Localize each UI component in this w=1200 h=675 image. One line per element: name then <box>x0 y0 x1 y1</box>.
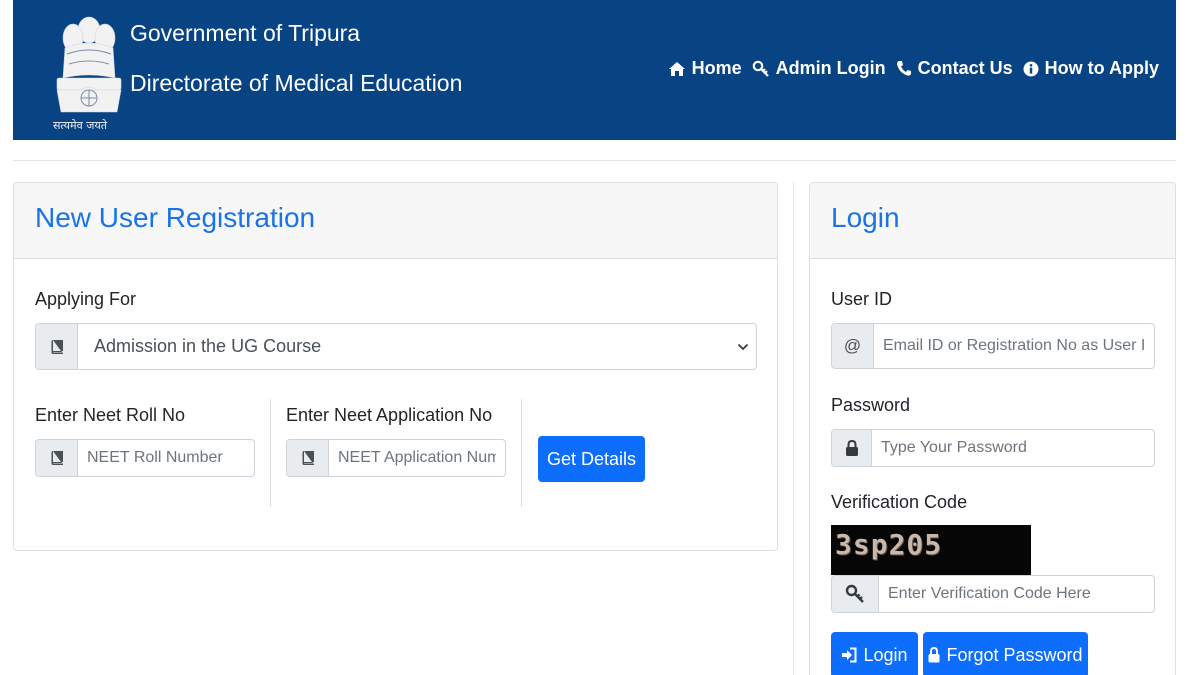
header-divider <box>13 160 1176 161</box>
book-icon <box>51 451 63 465</box>
forgot-password-button[interactable]: Forgot Password <box>923 632 1088 675</box>
column-separator <box>270 399 271 507</box>
login-card: Login User ID @ Password Verification Co… <box>809 182 1176 675</box>
password-input[interactable] <box>872 430 1154 466</box>
registration-title: New User Registration <box>35 202 316 233</box>
neet-roll-label: Enter Neet Roll No <box>35 405 186 425</box>
nav-contact-us-label: Contact Us <box>917 58 1013 78</box>
emblem-motto: सत्यमेव जयते <box>53 119 108 132</box>
login-title: Login <box>831 202 900 233</box>
captcha-text: 3sp205 <box>835 528 943 561</box>
lock-addon <box>832 430 872 466</box>
column-divider <box>793 182 794 675</box>
sign-in-icon <box>842 647 857 663</box>
book-addon <box>36 440 78 476</box>
neet-roll-input[interactable] <box>78 440 254 476</box>
nav-contact-us-link[interactable]: Contact Us <box>896 58 1013 79</box>
user-id-group: @ <box>831 323 1155 369</box>
nav-home-label: Home <box>691 58 742 78</box>
nav-how-to-apply-label: How to Apply <box>1044 58 1159 78</box>
nav-home-link[interactable]: Home <box>668 58 742 79</box>
verification-input[interactable] <box>879 576 1154 612</box>
nav-admin-login-label: Admin Login <box>775 58 886 78</box>
user-id-label: User ID <box>831 289 893 309</box>
registration-card: New User Registration Applying For Admis… <box>13 182 778 551</box>
government-title: Government of Tripura <box>130 20 361 46</box>
neet-roll-group <box>35 439 255 477</box>
key-icon <box>752 60 769 77</box>
department-title: Directorate of Medical Education <box>130 70 463 96</box>
applying-for-label: Applying For <box>35 289 137 309</box>
top-navigation: Home Admin Login Contact Us How to Apply <box>668 58 1159 79</box>
registration-card-header: New User Registration <box>14 183 777 259</box>
verification-group <box>831 575 1155 613</box>
forgot-password-label: Forgot Password <box>946 644 1083 665</box>
lock-icon <box>845 439 858 456</box>
nav-how-to-apply-link[interactable]: How to Apply <box>1023 58 1159 79</box>
book-icon <box>302 451 314 465</box>
phone-icon <box>896 61 911 76</box>
national-emblem-icon <box>56 16 122 113</box>
nav-admin-login-link[interactable]: Admin Login <box>752 58 886 79</box>
lock-icon <box>928 647 940 663</box>
login-card-header: Login <box>810 183 1175 259</box>
neet-application-label: Enter Neet Application No <box>286 405 493 425</box>
login-button[interactable]: Login <box>831 632 918 675</box>
chevron-down-icon <box>730 324 756 369</box>
get-details-button[interactable]: Get Details <box>538 436 645 482</box>
neet-application-group <box>286 439 506 477</box>
book-icon <box>51 339 63 354</box>
column-separator <box>521 399 522 507</box>
captcha-image: 3sp205 <box>831 525 1031 575</box>
applying-for-value: Admission in the UG Course <box>94 336 322 356</box>
at-sign-addon: @ <box>832 324 874 368</box>
login-button-label: Login <box>863 644 908 665</box>
site-header: सत्यमेव जयते Government of Tripura Direc… <box>13 0 1176 140</box>
password-label: Password <box>831 395 911 415</box>
verification-label: Verification Code <box>831 492 968 512</box>
password-group <box>831 429 1155 467</box>
info-icon <box>1023 61 1039 76</box>
neet-application-input[interactable] <box>329 440 505 476</box>
user-id-input[interactable] <box>874 324 1154 368</box>
book-addon <box>287 440 329 476</box>
applying-for-select[interactable]: Admission in the UG Course <box>35 323 757 370</box>
home-icon <box>668 61 685 76</box>
key-icon <box>845 584 864 603</box>
book-addon <box>36 324 78 369</box>
key-addon <box>832 576 879 612</box>
